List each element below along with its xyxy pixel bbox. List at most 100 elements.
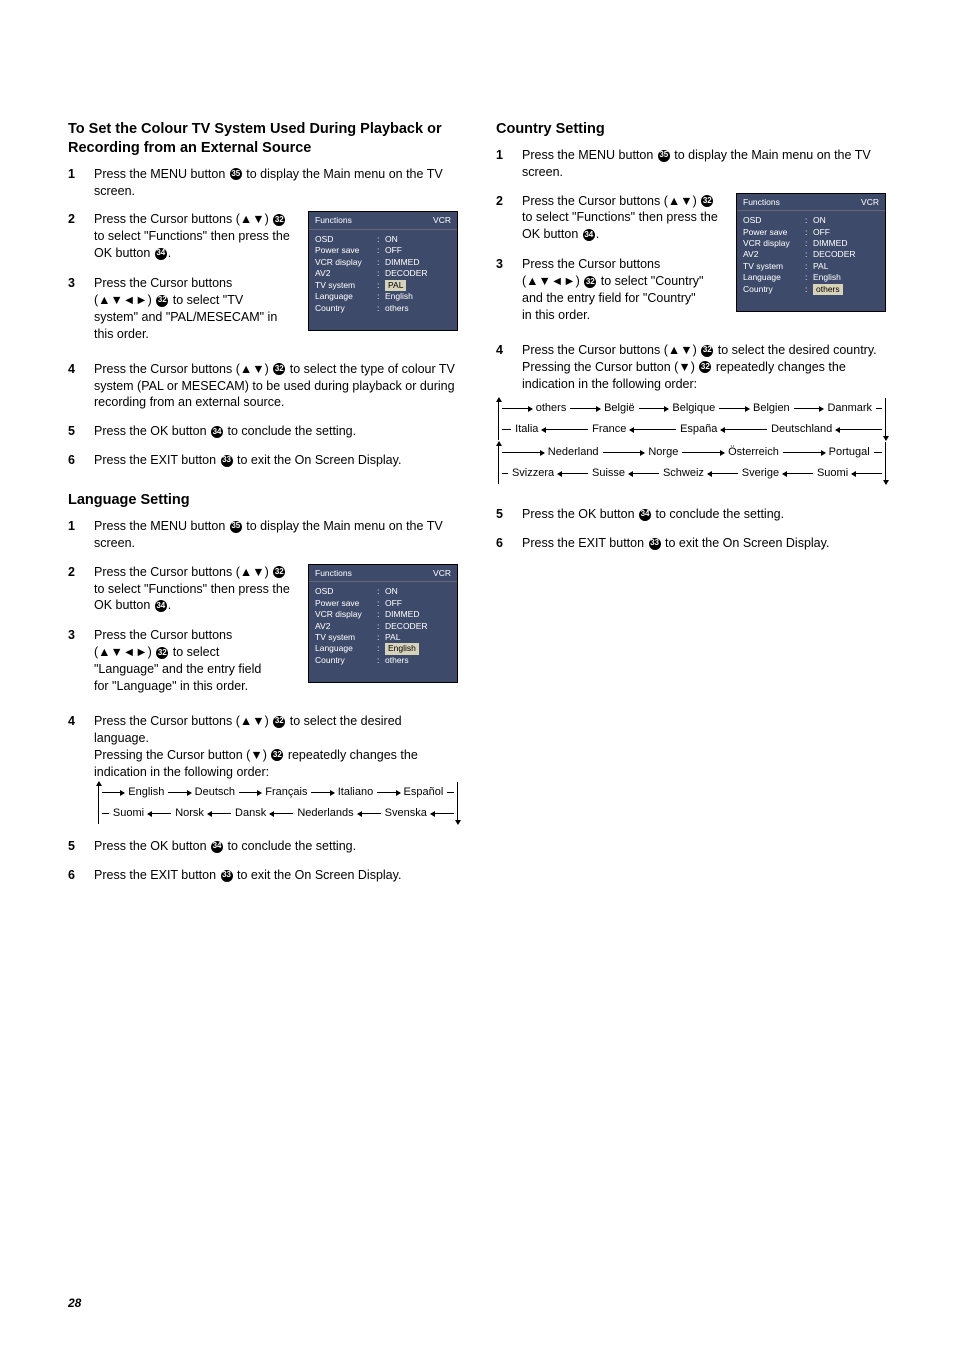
step: 5 Press the OK button 34 to conclude the… [68, 423, 458, 440]
button-ref-icon: 34 [639, 509, 651, 521]
text: to conclude the setting. [224, 839, 356, 853]
step-number: 6 [68, 867, 80, 884]
arrow-left-icon [783, 473, 813, 474]
step: 1 Press the MENU button 35 to display th… [496, 147, 886, 181]
text: Press the OK button [522, 507, 638, 521]
arrow-left-icon [542, 429, 588, 430]
cycle-item: Suisse [592, 463, 625, 484]
cycle-item: Portugal [829, 442, 870, 463]
cycle-item: France [592, 419, 626, 440]
step: 4 Press the Cursor buttons (▲▼) 32 to se… [68, 713, 458, 826]
step: 6 Press the EXIT button 33 to exit the O… [68, 452, 458, 469]
step-number: 3 [68, 275, 80, 343]
arrow-left-icon [630, 429, 676, 430]
cycle-item: Italia [515, 419, 538, 440]
step-body: Press the EXIT button 33 to exit the On … [94, 867, 458, 884]
step-body: Press the OK button 34 to conclude the s… [522, 506, 886, 523]
text: Press the MENU button [522, 148, 657, 162]
button-ref-icon: 34 [583, 229, 595, 241]
heading-country-setting: Country Setting [496, 120, 886, 139]
arrow-left-icon [836, 429, 882, 430]
text: Press the Cursor buttons (▲▼) [94, 565, 272, 579]
cycle-item: Danmark [827, 398, 872, 419]
step-number: 3 [68, 627, 80, 695]
step-number: 4 [68, 713, 80, 826]
arrow-left-icon [708, 473, 738, 474]
step-number: 1 [496, 147, 508, 181]
cycle-item: Français [265, 782, 307, 803]
arrow-right-icon [168, 792, 190, 793]
step-body: Press the EXIT button 33 to exit the On … [522, 535, 886, 552]
step-number: 5 [68, 423, 80, 440]
arrow-left-icon [270, 813, 293, 814]
step-number: 6 [496, 535, 508, 552]
button-ref-icon: 32 [271, 749, 283, 761]
arrow-right-icon [311, 792, 333, 793]
left-column: To Set the Colour TV System Used During … [68, 120, 458, 896]
cycle-item: Nederland [548, 442, 599, 463]
text: Pressing the Cursor button (▼) [522, 360, 698, 374]
text: to conclude the setting. [224, 424, 356, 438]
text: to exit the On Screen Display. [234, 453, 402, 467]
step-number: 5 [496, 506, 508, 523]
cycle-item: Österreich [728, 442, 779, 463]
cycle-item: Nederlands [297, 803, 353, 824]
step: 5 Press the OK button 34 to conclude the… [68, 838, 458, 855]
text: Press the MENU button [94, 519, 229, 533]
arrow-right-icon [502, 452, 544, 453]
text: Press the OK button [94, 839, 210, 853]
step-number: 6 [68, 452, 80, 469]
step: 1 Press the MENU button 35 to display th… [68, 166, 458, 200]
text: Press the OK button [94, 424, 210, 438]
button-ref-icon: 32 [699, 361, 711, 373]
arrow-left-icon [431, 813, 454, 814]
text: to conclude the setting. [652, 507, 784, 521]
cycle-item: Belgien [753, 398, 790, 419]
step: 4 Press the Cursor buttons (▲▼) 32 to se… [68, 361, 458, 412]
step: 5 Press the OK button 34 to conclude the… [496, 506, 886, 523]
button-ref-icon: 32 [273, 214, 285, 226]
text: Press the Cursor buttons (▲▼) [94, 714, 272, 728]
arrow-right-icon [682, 452, 724, 453]
steps-country: 1 Press the MENU button 35 to display th… [496, 147, 886, 552]
arrow-right-icon [603, 452, 645, 453]
osd-functions-box: FunctionsVCROSD:ONPower save:OFFVCR disp… [736, 193, 886, 313]
step-body: Press the MENU button 35 to display the … [94, 166, 458, 200]
button-ref-icon: 32 [273, 566, 285, 578]
button-ref-icon: 32 [156, 295, 168, 307]
step-body: Press the Cursor buttons (▲▼) 32 to sele… [94, 361, 458, 412]
button-ref-icon: 32 [156, 647, 168, 659]
step: 3 Press the Cursor buttons (▲▼◄►) 32 to … [496, 256, 706, 324]
button-ref-icon: 33 [649, 538, 661, 550]
cycle-item: España [680, 419, 717, 440]
step: 6 Press the EXIT button 33 to exit the O… [496, 535, 886, 552]
step-body: Press the Cursor buttons (▲▼) 32 to sele… [522, 342, 886, 494]
step-number: 5 [68, 838, 80, 855]
arrow-right-icon [239, 792, 261, 793]
arrow-left-icon [148, 813, 171, 814]
country-cycle-diagram: others België Belgique Belgien Danmark [498, 398, 886, 484]
button-ref-icon: 34 [155, 248, 167, 260]
arrow-right-icon [794, 408, 824, 409]
text: Press the Cursor buttons (▲▼) [522, 343, 700, 357]
cycle-item: Norge [648, 442, 678, 463]
text: to select "Functions" then press the OK … [522, 210, 718, 241]
step-number: 4 [68, 361, 80, 412]
text: Press the EXIT button [94, 868, 220, 882]
step-number: 1 [68, 518, 80, 552]
step-body: Press the Cursor buttons (▲▼◄►) 32 to se… [522, 256, 706, 324]
text: to select the desired country. [714, 343, 876, 357]
step: 6 Press the EXIT button 33 to exit the O… [68, 867, 458, 884]
steps-language: 1 Press the MENU button 35 to display th… [68, 518, 458, 884]
text: . [168, 598, 171, 612]
language-cycle-diagram: English Deutsch Français Italiano Españo… [98, 782, 458, 824]
step-number: 1 [68, 166, 80, 200]
button-ref-icon: 34 [155, 600, 167, 612]
step-body: Press the MENU button 35 to display the … [522, 147, 886, 181]
cycle-item: Schweiz [663, 463, 704, 484]
text: Pressing the Cursor button (▼) [94, 748, 270, 762]
cycle-item: Svizzera [512, 463, 554, 484]
cycle-item: Belgique [672, 398, 715, 419]
button-ref-icon: 34 [211, 841, 223, 853]
cycle-item: Español [404, 782, 444, 803]
